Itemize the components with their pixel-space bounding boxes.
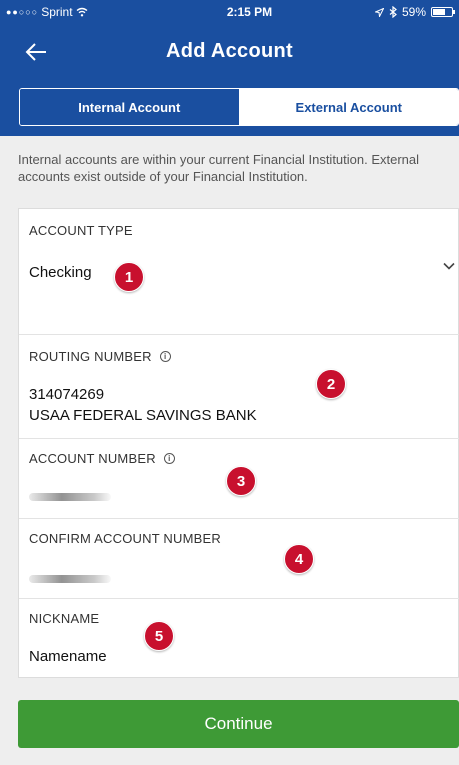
nickname-value[interactable]: Namename	[29, 647, 107, 667]
continue-button[interactable]: Continue	[18, 700, 459, 748]
tab-internal-account[interactable]: Internal Account	[20, 89, 240, 125]
battery-percent: 59%	[401, 5, 426, 19]
account-number-label: ACCOUNT NUMBER	[29, 451, 156, 466]
page-title: Add Account	[166, 40, 293, 62]
routing-number-value[interactable]: 314074269	[29, 385, 104, 405]
nickname-field[interactable]: NICKNAME Namename	[19, 599, 459, 679]
annotation-badge-3: 3	[226, 466, 256, 496]
wifi-icon	[76, 7, 87, 17]
account-type-label: ACCOUNT TYPE	[29, 223, 133, 238]
status-time: 2:15 PM	[226, 5, 273, 19]
bluetooth-icon	[389, 6, 397, 18]
account-type-tabs: Internal Account External Account	[0, 82, 459, 136]
account-type-field[interactable]: ACCOUNT TYPE Checking	[19, 209, 459, 335]
nav-bar: Add Account	[0, 24, 459, 82]
account-form: ACCOUNT TYPE Checking ROUTING NUMBER i 3…	[18, 208, 459, 678]
routing-number-label-row: ROUTING NUMBER i	[29, 349, 171, 364]
chevron-down-icon[interactable]	[442, 259, 456, 273]
annotation-badge-4: 4	[284, 544, 314, 574]
info-icon[interactable]: i	[159, 351, 171, 362]
annotation-badge-5: 5	[144, 621, 174, 651]
annotation-badge-2: 2	[316, 369, 346, 399]
annotation-badge-1: 1	[114, 262, 144, 292]
account-number-masked-value[interactable]	[29, 493, 111, 501]
routing-number-field[interactable]: ROUTING NUMBER i 314074269 USAA FEDERAL …	[19, 335, 459, 439]
account-type-value[interactable]: Checking	[29, 263, 92, 283]
nickname-label: NICKNAME	[29, 611, 100, 626]
info-text: Internal accounts are within your curren…	[18, 152, 420, 184]
location-arrow-icon	[374, 7, 384, 17]
confirm-account-number-label: CONFIRM ACCOUNT NUMBER	[29, 531, 221, 546]
carrier-name: Sprint	[41, 5, 73, 19]
routing-number-label: ROUTING NUMBER	[29, 349, 152, 364]
info-icon[interactable]: i	[163, 453, 175, 464]
signal-dots-icon: ●●○○○	[6, 7, 39, 17]
account-number-label-row: ACCOUNT NUMBER i	[29, 451, 175, 466]
confirm-account-number-masked-value[interactable]	[29, 575, 111, 583]
status-bar: ●●○○○ Sprint 2:15 PM 59%	[0, 0, 459, 24]
battery-icon	[431, 7, 455, 17]
tab-external-account[interactable]: External Account	[239, 89, 458, 125]
bank-name: USAA FEDERAL SAVINGS BANK	[29, 407, 257, 424]
confirm-account-number-field[interactable]: CONFIRM ACCOUNT NUMBER	[19, 519, 459, 599]
